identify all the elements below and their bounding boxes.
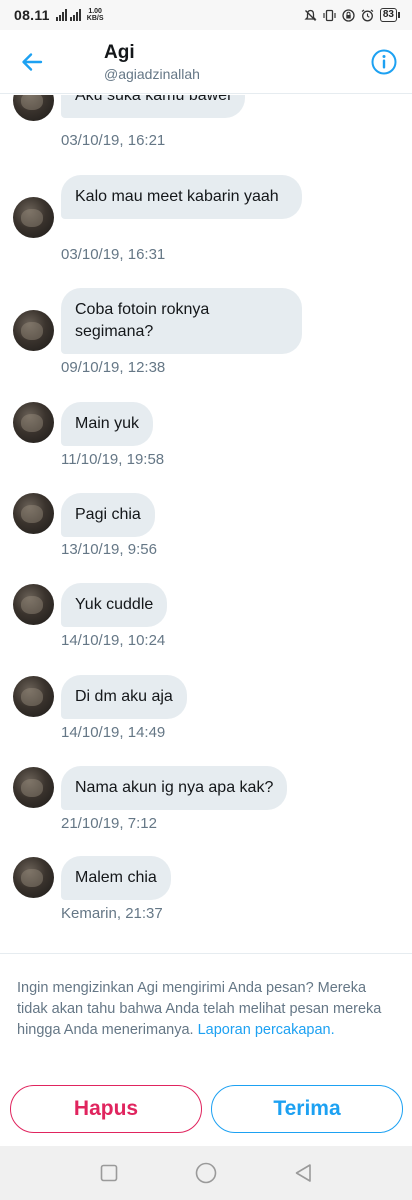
avatar[interactable] [13,95,54,121]
message-bubble[interactable]: Di dm aku aja [61,675,187,719]
status-bar: 08.11 1.00 KB/S 83 [0,0,412,30]
message-bubble[interactable]: Coba fotoin roknya segimana? [61,288,302,354]
delete-button[interactable]: Hapus [10,1085,202,1133]
net-speed: 1.00 KB/S [87,8,104,22]
message-bubble[interactable]: Nama akun ig nya apa kak? [61,766,288,810]
net-speed-value: 1.00 [88,8,102,15]
network-status: 1.00 KB/S [55,8,104,22]
message-timestamp: 03/10/19, 16:31 [61,246,166,263]
message-bubble[interactable]: Kalo mau meet kabarin yaah [61,175,302,219]
net-speed-unit: KB/S [86,15,104,22]
info-button[interactable] [366,44,402,80]
message-timestamp: 14/10/19, 14:49 [61,724,166,741]
silent-icon [304,9,317,22]
message-bubble[interactable]: Malem chia [61,856,171,900]
avatar[interactable] [13,197,54,238]
header-titles[interactable]: Agi @agiadzinallah [104,42,200,82]
lock-icon [342,8,355,22]
nav-back-button[interactable] [291,1161,315,1185]
battery-icon: 83 [379,8,400,22]
message-timestamp: 11/10/19, 19:58 [61,451,165,468]
signal-icon [55,9,67,21]
avatar[interactable] [13,676,54,717]
message-timestamp: 03/10/19, 16:21 [61,132,166,149]
avatar[interactable] [13,584,54,625]
avatar[interactable] [13,857,54,898]
status-icons: 83 [304,8,400,22]
signal-icon [69,9,81,21]
conversation-header: Agi @agiadzinallah [0,30,412,94]
vibrate-icon [323,9,336,22]
message-timestamp: 21/10/19, 7:12 [61,815,157,832]
recents-button[interactable] [97,1161,121,1185]
message-timestamp: 09/10/19, 12:38 [61,359,166,376]
home-button[interactable] [194,1161,218,1185]
back-icon [296,1164,312,1182]
avatar[interactable] [13,767,54,808]
info-icon [371,49,397,75]
message-bubble[interactable]: Pagi chia [61,493,155,537]
message-request-panel: Ingin mengizinkan Agi mengirimi Anda pes… [0,953,412,1146]
report-conversation-link[interactable]: Laporan percakapan. [198,1022,335,1038]
contact-name: Agi [104,41,135,63]
message-timestamp: 13/10/19, 9:56 [61,541,157,558]
request-description: Ingin mengizinkan Agi mengirimi Anda pes… [17,978,397,1041]
arrow-left-icon [22,52,43,71]
system-nav-bar [0,1146,412,1200]
accept-button[interactable]: Terima [211,1085,403,1133]
battery-level: 83 [379,8,397,22]
recents-icon [100,1164,117,1182]
home-icon [195,1162,217,1184]
status-time: 08.11 [14,7,50,23]
contact-handle: @agiadzinallah [104,65,200,82]
avatar[interactable] [13,493,54,534]
avatar[interactable] [13,310,54,351]
message-bubble[interactable]: Main yuk [61,402,154,446]
message-bubble[interactable]: Aku suka kamu bawel [61,95,245,118]
message-list[interactable]: Aku suka kamu bawel 03/10/19, 16:21 Kalo… [0,95,412,953]
message-bubble[interactable]: Yuk cuddle [61,583,168,627]
message-timestamp: 14/10/19, 10:24 [61,632,166,649]
message-timestamp: Kemarin, 21:37 [61,905,163,922]
alarm-icon [361,9,374,22]
avatar[interactable] [13,402,54,443]
back-button[interactable] [12,42,52,82]
